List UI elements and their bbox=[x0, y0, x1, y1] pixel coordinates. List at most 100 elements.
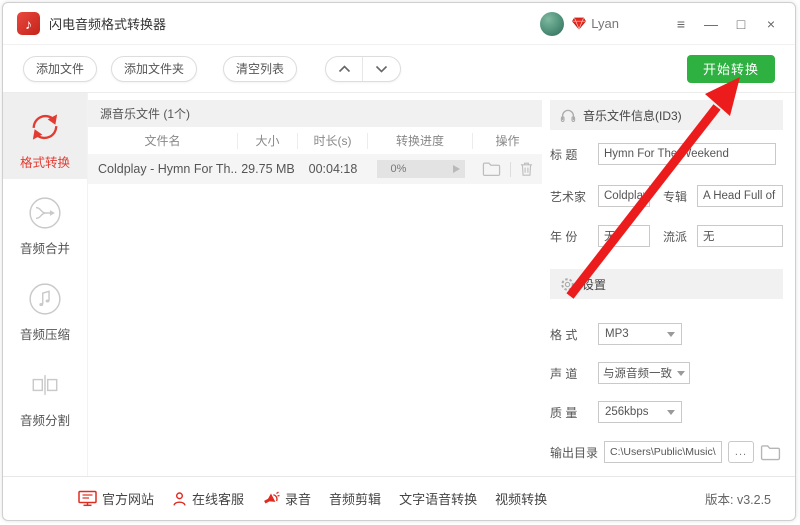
format-value: MP3 bbox=[605, 328, 629, 340]
start-convert-button[interactable]: 开始转换 bbox=[687, 55, 775, 83]
footer-link-label: 在线客服 bbox=[192, 489, 244, 508]
id3-title-row: 标 题 bbox=[550, 143, 783, 165]
row-actions bbox=[473, 161, 542, 177]
channel-row: 声 道 与源音频一致 bbox=[550, 362, 783, 384]
divider bbox=[510, 162, 511, 177]
settings-header-label: 设置 bbox=[582, 276, 606, 293]
browse-button[interactable]: ... bbox=[728, 441, 754, 463]
app-logo-icon: ♪ bbox=[17, 12, 40, 35]
footer-link-website[interactable]: 官方网站 bbox=[78, 489, 154, 508]
title-field[interactable] bbox=[598, 143, 776, 165]
source-files-header: 源音乐文件 (1个) bbox=[88, 100, 542, 127]
format-label: 格 式 bbox=[550, 326, 598, 343]
sidebar: 格式转换 音频合并 音频压缩 bbox=[3, 93, 88, 476]
sidebar-item-audio-compress[interactable]: 音频压缩 bbox=[3, 265, 87, 351]
recording-horn-icon bbox=[262, 491, 280, 507]
maximize-icon[interactable]: □ bbox=[731, 13, 751, 35]
quality-value: 256kbps bbox=[605, 406, 648, 418]
dropdown-arrow-icon bbox=[667, 410, 675, 415]
quality-select[interactable]: 256kbps bbox=[598, 401, 682, 423]
footer-link-video-convert[interactable]: 视频转换 bbox=[495, 489, 547, 508]
file-list-panel: 源音乐文件 (1个) 文件名 大小 时长(s) 转换进度 操作 Coldplay… bbox=[88, 93, 542, 476]
channel-value: 与源音频一致 bbox=[603, 365, 672, 381]
trash-icon bbox=[520, 161, 533, 177]
quality-row: 质 量 256kbps bbox=[550, 401, 783, 423]
sidebar-item-format-convert[interactable]: 格式转换 bbox=[3, 93, 87, 179]
quality-label: 质 量 bbox=[550, 404, 598, 421]
user-account[interactable]: Lyan bbox=[540, 12, 619, 36]
version-text: 版本: v3.2.5 bbox=[705, 489, 771, 508]
id3-year-genre-row: 年 份 流派 bbox=[550, 225, 783, 247]
progress-bar: 0% bbox=[377, 160, 465, 178]
title-label: 标 题 bbox=[550, 146, 598, 163]
sidebar-item-label: 音频压缩 bbox=[20, 324, 70, 343]
year-field[interactable] bbox=[598, 225, 650, 247]
audio-compress-icon bbox=[27, 281, 63, 317]
column-actions: 操作 bbox=[473, 133, 542, 149]
id3-section-header: 音乐文件信息(ID3) bbox=[550, 100, 783, 130]
clear-list-button[interactable]: 清空列表 bbox=[223, 56, 297, 82]
output-dir-field[interactable] bbox=[604, 441, 722, 463]
footer-link-label: 音频剪辑 bbox=[329, 489, 381, 508]
file-name: Coldplay - Hymn For Th... bbox=[88, 162, 238, 176]
genre-field[interactable] bbox=[697, 225, 783, 247]
footer-link-recording[interactable]: 录音 bbox=[262, 489, 311, 508]
format-convert-icon bbox=[27, 109, 63, 145]
footer-bar: 官方网站 在线客服 录音 音频剪辑 文字语音转换 bbox=[3, 476, 795, 520]
sidebar-item-audio-merge[interactable]: 音频合并 bbox=[3, 179, 87, 265]
sidebar-item-label: 格式转换 bbox=[20, 152, 70, 171]
add-file-button[interactable]: 添加文件 bbox=[23, 56, 97, 82]
move-up-button[interactable] bbox=[326, 57, 363, 81]
toolbar: 添加文件 添加文件夹 清空列表 开始转换 bbox=[3, 45, 795, 93]
footer-link-label: 官方网站 bbox=[102, 489, 154, 508]
menu-icon[interactable]: ≡ bbox=[671, 13, 691, 35]
audio-split-icon bbox=[27, 367, 63, 403]
footer-link-audio-edit[interactable]: 音频剪辑 bbox=[329, 489, 381, 508]
window-controls: ≡ — □ × bbox=[671, 13, 781, 35]
sidebar-item-audio-split[interactable]: 音频分割 bbox=[3, 351, 87, 437]
column-size: 大小 bbox=[238, 133, 298, 149]
footer-link-label: 视频转换 bbox=[495, 489, 547, 508]
column-filename: 文件名 bbox=[88, 133, 238, 149]
settings-section-header: 设置 bbox=[550, 269, 783, 299]
move-down-button[interactable] bbox=[363, 57, 400, 81]
username: Lyan bbox=[591, 16, 619, 31]
delete-button[interactable] bbox=[520, 161, 533, 177]
footer-link-label: 文字语音转换 bbox=[399, 489, 477, 508]
id3-artist-album-row: 艺术家 专辑 bbox=[550, 185, 783, 207]
folder-icon bbox=[760, 444, 781, 461]
artist-field[interactable] bbox=[598, 185, 650, 207]
footer-link-text-to-speech[interactable]: 文字语音转换 bbox=[399, 489, 477, 508]
app-title: 闪电音频格式转换器 bbox=[49, 14, 166, 33]
open-output-folder-button[interactable] bbox=[760, 444, 781, 461]
right-panel: 音乐文件信息(ID3) 标 题 艺术家 专辑 年 份 流派 bbox=[542, 93, 795, 476]
vip-gem-icon bbox=[572, 17, 586, 30]
album-field[interactable] bbox=[697, 185, 783, 207]
format-select[interactable]: MP3 bbox=[598, 323, 682, 345]
main-content: 格式转换 音频合并 音频压缩 bbox=[3, 93, 795, 476]
file-size: 29.75 MB bbox=[238, 162, 298, 176]
reorder-buttons bbox=[325, 56, 401, 82]
channel-select[interactable]: 与源音频一致 bbox=[598, 362, 690, 384]
year-label: 年 份 bbox=[550, 228, 598, 245]
footer-link-label: 录音 bbox=[285, 489, 311, 508]
artist-label: 艺术家 bbox=[550, 188, 598, 205]
open-folder-button[interactable] bbox=[482, 161, 501, 177]
column-duration: 时长(s) bbox=[298, 133, 368, 149]
footer-link-customer-service[interactable]: 在线客服 bbox=[172, 489, 244, 508]
add-folder-button[interactable]: 添加文件夹 bbox=[111, 56, 197, 82]
sidebar-item-label: 音频合并 bbox=[20, 238, 70, 257]
close-icon[interactable]: × bbox=[761, 13, 781, 35]
user-avatar[interactable] bbox=[540, 12, 564, 36]
title-bar: ♪ 闪电音频格式转换器 Lyan ≡ — □ × bbox=[3, 3, 795, 45]
table-row[interactable]: Coldplay - Hymn For Th... 29.75 MB 00:04… bbox=[88, 154, 542, 184]
website-monitor-icon bbox=[78, 490, 97, 507]
sidebar-item-label: 音频分割 bbox=[20, 410, 70, 429]
play-icon[interactable] bbox=[453, 165, 460, 173]
dropdown-arrow-icon bbox=[677, 371, 685, 376]
table-header-row: 文件名 大小 时长(s) 转换进度 操作 bbox=[88, 127, 542, 154]
dropdown-arrow-icon bbox=[667, 332, 675, 337]
chevron-down-icon bbox=[375, 65, 388, 73]
progress-cell: 0% bbox=[368, 160, 473, 178]
minimize-icon[interactable]: — bbox=[701, 13, 721, 35]
